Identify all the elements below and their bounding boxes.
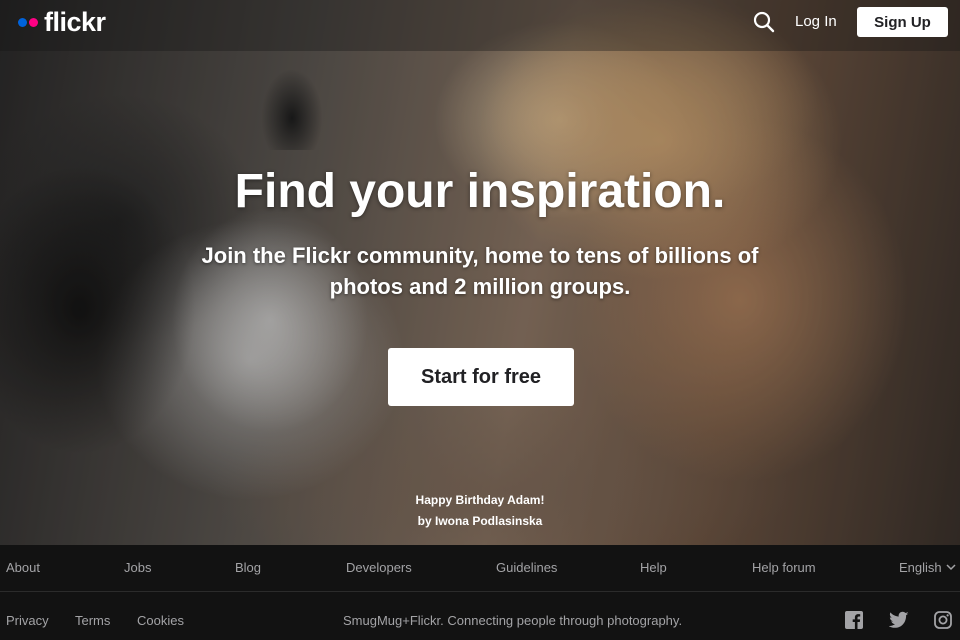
footer-link-help[interactable]: Help [640,560,667,575]
footer-tagline: SmugMug+Flickr. Connecting people throug… [343,613,683,628]
photo-credit: Happy Birthday Adam! by Iwona Podlasinsk… [0,490,960,532]
search-icon[interactable] [752,10,776,34]
photo-author-link[interactable]: by Iwona Podlasinska [418,514,543,528]
start-for-free-button[interactable]: Start for free [388,348,574,406]
twitter-icon[interactable] [889,611,909,629]
login-link[interactable]: Log In [795,13,837,30]
footer-link-privacy[interactable]: Privacy [6,613,49,628]
logo-pink-dot [29,17,38,27]
instagram-icon[interactable] [934,611,952,629]
footer-link-cookies[interactable]: Cookies [137,613,184,628]
footer-nav: About Jobs Blog Developers Guidelines He… [0,545,960,592]
footer-link-help-forum[interactable]: Help forum [752,560,816,575]
language-selector[interactable]: English [899,560,956,575]
logo-text: flickr [44,7,106,37]
footer-link-developers[interactable]: Developers [346,560,412,575]
photo-title-link[interactable]: Happy Birthday Adam! [416,493,545,507]
chevron-down-icon [946,564,956,571]
flickr-logo[interactable]: flickr [18,7,106,37]
hero-headline: Find your inspiration. [234,165,726,218]
footer: About Jobs Blog Developers Guidelines He… [0,545,960,640]
footer-link-blog[interactable]: Blog [235,560,261,575]
footer-link-jobs[interactable]: Jobs [124,560,151,575]
footer-link-terms[interactable]: Terms [75,613,110,628]
facebook-icon[interactable] [845,611,863,629]
footer-link-guidelines[interactable]: Guidelines [496,560,557,575]
language-label: English [899,560,942,575]
hero-subline: Join the Flickr community, home to tens … [201,243,759,299]
logo-blue-dot [18,17,27,27]
top-header: flickr Log In Sign Up [0,0,960,51]
signup-button[interactable]: Sign Up [857,7,948,37]
footer-link-about[interactable]: About [6,560,40,575]
